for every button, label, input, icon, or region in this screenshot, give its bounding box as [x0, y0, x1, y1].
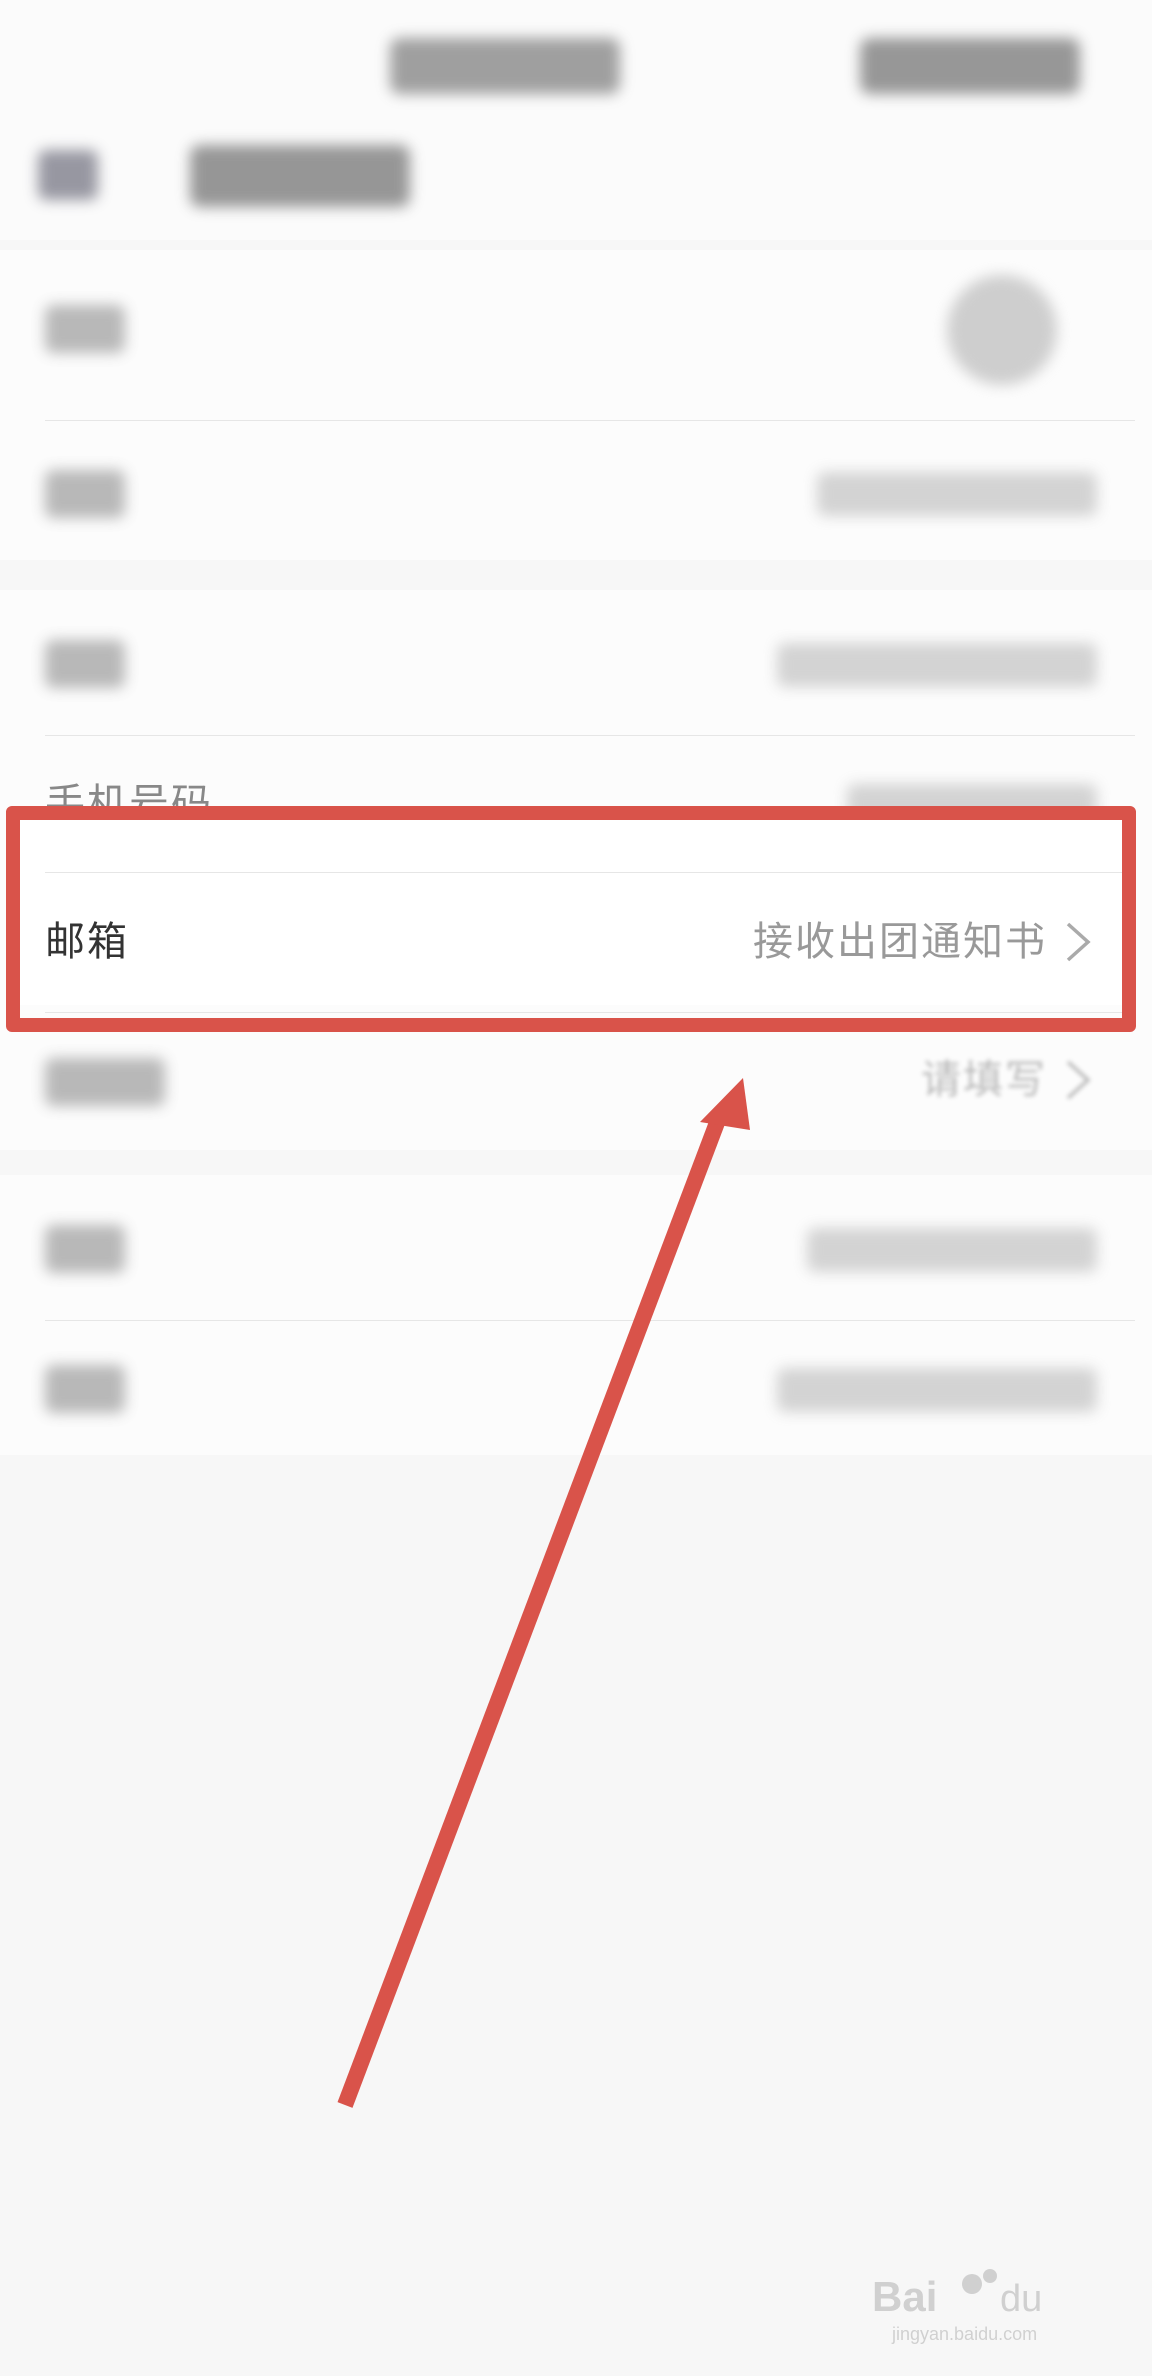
svg-text:Bai: Bai — [872, 2273, 937, 2320]
svg-text:du: du — [1000, 2278, 1042, 2320]
annotation-arrow — [337, 1078, 750, 2108]
watermark-logo: Bai du jingyan.baidu.com — [872, 2269, 1042, 2344]
svg-text:jingyan.baidu.com: jingyan.baidu.com — [891, 2324, 1037, 2344]
